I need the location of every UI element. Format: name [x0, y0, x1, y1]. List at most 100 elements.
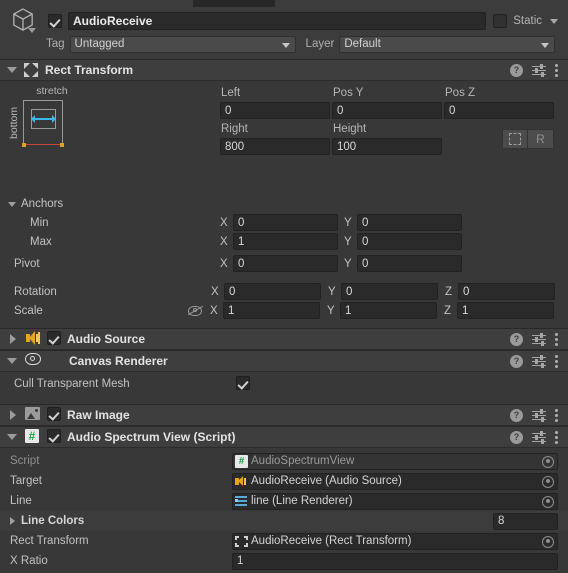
component-header-rect-transform[interactable]: Rect Transform ?	[0, 59, 568, 81]
blueprint-mode-button[interactable]	[502, 129, 528, 149]
kebab-menu-icon[interactable]	[555, 63, 559, 77]
raw-image-enabled-checkbox[interactable]	[47, 406, 61, 424]
anchor-max-x-input[interactable]: 1	[233, 233, 338, 250]
gameobject-enabled-checkbox[interactable]	[48, 14, 62, 28]
static-dropdown-caret-icon[interactable]	[550, 18, 558, 24]
preset-settings-icon[interactable]	[532, 408, 546, 422]
scale-y-input[interactable]: 1	[340, 302, 437, 319]
audio-spectrum-view-enabled-checkbox[interactable]	[47, 428, 61, 446]
anchor-max-y-input[interactable]: 0	[357, 233, 462, 250]
anchor-handle-left	[22, 143, 26, 147]
anchor-preset-box[interactable]	[22, 100, 64, 147]
preset-settings-icon[interactable]	[532, 354, 546, 368]
cull-transparent-mesh-checkbox[interactable]	[236, 375, 250, 393]
posy-input[interactable]: 0	[332, 102, 442, 119]
pivot-x-input[interactable]: 0	[233, 255, 338, 272]
foldout-toggle-canvas-renderer[interactable]	[7, 355, 19, 367]
object-picker-icon[interactable]	[542, 535, 554, 548]
field-label: Left	[221, 87, 241, 99]
tab-strip-left[interactable]	[0, 0, 193, 7]
audio-source-enabled-checkbox[interactable]	[47, 330, 61, 348]
tag-dropdown[interactable]: Untagged	[69, 35, 296, 53]
cube-dropdown-caret-icon[interactable]	[28, 28, 36, 33]
height-input[interactable]: 100	[332, 138, 442, 155]
tag-label: Tag	[46, 38, 65, 50]
rotation-y-input[interactable]: 0	[341, 283, 438, 300]
component-title: Raw Image	[67, 408, 130, 422]
cube-icon[interactable]	[10, 8, 40, 38]
line-colors-size-input[interactable]: 8	[493, 512, 558, 530]
script-object-field[interactable]: # AudioSpectrumView	[232, 452, 558, 470]
gameobject-name-input[interactable]: AudioReceive	[68, 12, 487, 30]
kebab-menu-icon[interactable]	[555, 354, 559, 368]
audio-source-icon	[25, 331, 41, 347]
layer-label: Layer	[305, 38, 335, 50]
pivot-row: Pivot X 0 Y 0	[0, 254, 568, 273]
gameobject-header: AudioReceive Static Tag Untagged Layer D…	[0, 7, 568, 59]
raw-image-icon	[25, 407, 41, 423]
anchors-foldout[interactable]: Anchors	[0, 195, 568, 213]
tab-strip-right[interactable]	[275, 0, 568, 7]
component-header-raw-image[interactable]: Raw Image ?	[0, 404, 568, 426]
anchors-section: Anchors Min X 0 Y 0 Max X 1 Y 0 Pivot X …	[0, 195, 568, 320]
anchor-min-y-input[interactable]: 0	[357, 214, 462, 231]
tab-strip-active[interactable]	[193, 0, 275, 7]
object-picker-icon[interactable]	[542, 475, 554, 488]
rotation-x-input[interactable]: 0	[224, 283, 321, 300]
line-colors-foldout[interactable]: Line Colors	[10, 515, 232, 527]
property-value: AudioSpectrumView	[251, 455, 355, 467]
axis-label-y: Y	[344, 235, 352, 248]
left-input[interactable]: 0	[220, 102, 330, 119]
eye-icon	[25, 353, 41, 369]
component-header-canvas-renderer[interactable]: Canvas Renderer ?	[0, 350, 568, 372]
x-ratio-input[interactable]: 1	[232, 552, 558, 570]
foldout-toggle-audio-spectrum-view[interactable]	[7, 431, 19, 443]
rotation-z-input[interactable]: 0	[458, 283, 555, 300]
anchor-max-label: Max	[30, 235, 52, 248]
anchor-preset-widget[interactable]: stretch bottom	[8, 85, 84, 147]
component-title: Canvas Renderer	[69, 354, 168, 368]
foldout-toggle-audio-source[interactable]	[7, 333, 19, 345]
rect-transform-mode-buttons: R	[502, 129, 554, 149]
component-header-audio-source[interactable]: Audio Source ?	[0, 328, 568, 350]
line-object-field[interactable]: line (Line Renderer)	[232, 492, 558, 510]
constrain-proportions-off-icon[interactable]	[187, 305, 204, 317]
rect-transform-object-field[interactable]: AudioReceive (Rect Transform)	[232, 532, 558, 550]
foldout-toggle-rect-transform[interactable]	[7, 64, 19, 76]
help-icon[interactable]: ?	[510, 408, 523, 422]
property-row-line-colors: Line Colors 8	[0, 511, 568, 531]
object-picker-icon[interactable]	[542, 495, 554, 508]
preset-settings-icon[interactable]	[532, 63, 546, 77]
anchor-vertical-label: bottom	[8, 106, 20, 140]
layer-dropdown[interactable]: Default	[339, 35, 556, 53]
raw-edit-mode-button[interactable]: R	[528, 129, 554, 149]
kebab-menu-icon[interactable]	[555, 430, 559, 444]
chevron-down-icon	[281, 42, 290, 48]
script-icon: #	[25, 429, 41, 445]
editor-tab-strip[interactable]	[0, 0, 568, 7]
right-input[interactable]: 800	[220, 138, 330, 155]
object-picker-icon[interactable]	[542, 455, 554, 468]
anchor-min-x-input[interactable]: 0	[233, 214, 338, 231]
axis-label-y: Y	[328, 285, 336, 298]
help-icon[interactable]: ?	[510, 63, 523, 77]
scale-x-input[interactable]: 1	[223, 302, 320, 319]
preset-settings-icon[interactable]	[532, 332, 546, 346]
static-label: Static	[513, 15, 542, 27]
help-icon[interactable]: ?	[510, 354, 523, 368]
posz-input[interactable]: 0	[444, 102, 554, 119]
axis-label-x: X	[210, 304, 218, 317]
preset-settings-icon[interactable]	[532, 430, 546, 444]
axis-label-x: X	[220, 235, 228, 248]
help-icon[interactable]: ?	[510, 430, 523, 444]
help-icon[interactable]: ?	[510, 332, 523, 346]
target-object-field[interactable]: AudioReceive (Audio Source)	[232, 472, 558, 490]
component-header-audio-spectrum-view[interactable]: # Audio Spectrum View (Script) ?	[0, 426, 568, 448]
scale-z-input[interactable]: 1	[457, 302, 554, 319]
pivot-y-input[interactable]: 0	[357, 255, 462, 272]
field-pos-z: Pos Z 0	[444, 87, 554, 119]
kebab-menu-icon[interactable]	[555, 332, 559, 346]
kebab-menu-icon[interactable]	[555, 408, 559, 422]
static-checkbox[interactable]	[493, 14, 508, 28]
foldout-toggle-raw-image[interactable]	[7, 409, 19, 421]
